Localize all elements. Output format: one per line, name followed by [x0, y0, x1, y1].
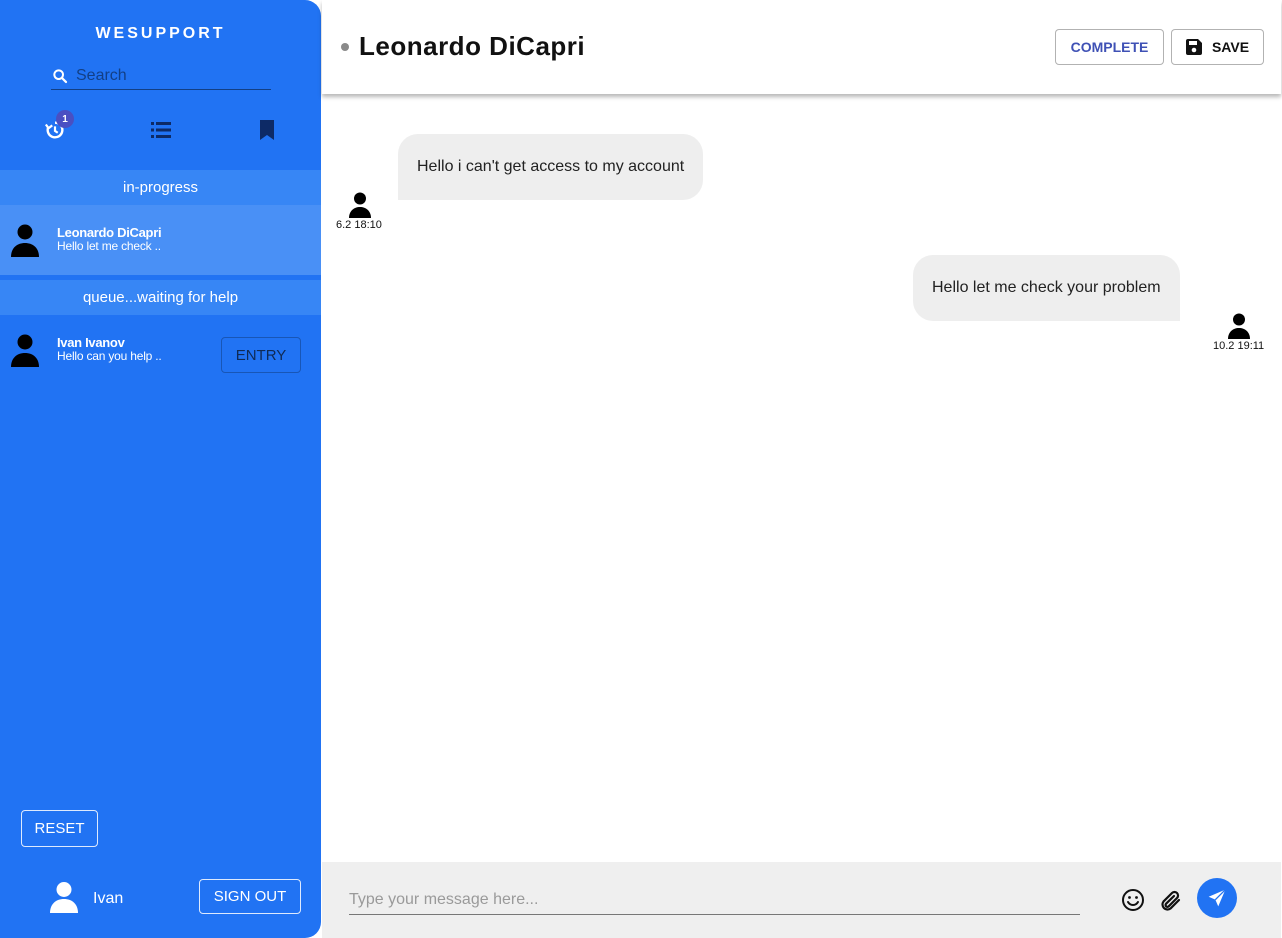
send-icon [1208, 889, 1226, 907]
chat-item-preview: Hello can you help .. [57, 349, 162, 363]
save-label: SAVE [1211, 39, 1250, 55]
chat-item-active[interactable]: Leonardo DiCapri Hello let me check .. [0, 205, 321, 275]
smiley-icon[interactable] [1121, 888, 1145, 912]
send-button[interactable] [1197, 878, 1237, 918]
message-input[interactable] [349, 886, 1080, 915]
message-composer [322, 862, 1281, 938]
list-icon [151, 122, 171, 138]
status-dot [341, 43, 349, 51]
message-bubble-outgoing: Hello let me check your problem [913, 255, 1180, 321]
user-icon [11, 334, 39, 367]
floppy-disk-icon [1185, 39, 1202, 55]
brand-logo: WESUPPORT [95, 25, 226, 42]
history-badge: 1 [56, 110, 74, 128]
user-avatar-icon [50, 882, 78, 913]
message-timestamp: 10.2 19:11 [1213, 340, 1265, 352]
chat-item-queue[interactable]: Ivan Ivanov Hello can you help .. ENTRY [0, 315, 321, 385]
reset-button[interactable]: RESET [21, 810, 98, 847]
chat-header: Leonardo DiCapri COMPLETE SAVE [322, 0, 1281, 94]
chat-item-preview: Hello let me check .. [57, 239, 161, 253]
search-input[interactable] [76, 66, 266, 85]
search-icon [53, 68, 68, 83]
user-icon [1228, 313, 1250, 339]
save-button[interactable]: SAVE [1171, 29, 1264, 65]
user-icon [349, 192, 371, 218]
bookmark-icon [260, 120, 274, 140]
user-icon [11, 224, 39, 257]
paperclip-icon[interactable] [1159, 889, 1183, 913]
entry-button[interactable]: ENTRY [221, 337, 301, 373]
sign-out-button[interactable]: SIGN OUT [199, 879, 301, 914]
message-bubble-incoming: Hello i can't get access to my account [398, 134, 704, 200]
app-root: WESUPPORT 1 in-progress Leonardo DiCapri… [0, 0, 1282, 938]
history-tab[interactable]: 1 [43, 110, 74, 142]
section-in-progress: in-progress [0, 170, 321, 205]
bookmark-tab[interactable] [255, 118, 279, 142]
page-title: Leonardo DiCapri [359, 31, 586, 61]
current-user-name: Ivan [93, 890, 124, 907]
section-queue: queue...waiting for help [0, 280, 321, 315]
search-box[interactable] [51, 62, 271, 90]
sidebar: WESUPPORT 1 in-progress Leonardo DiCapri… [0, 0, 321, 938]
chat-item-name: Ivan Ivanov [57, 335, 125, 350]
complete-button[interactable]: COMPLETE [1055, 29, 1164, 65]
chat-item-name: Leonardo DiCapri [57, 225, 162, 240]
list-tab[interactable] [149, 118, 173, 142]
message-timestamp: 6.2 18:10 [336, 219, 382, 231]
